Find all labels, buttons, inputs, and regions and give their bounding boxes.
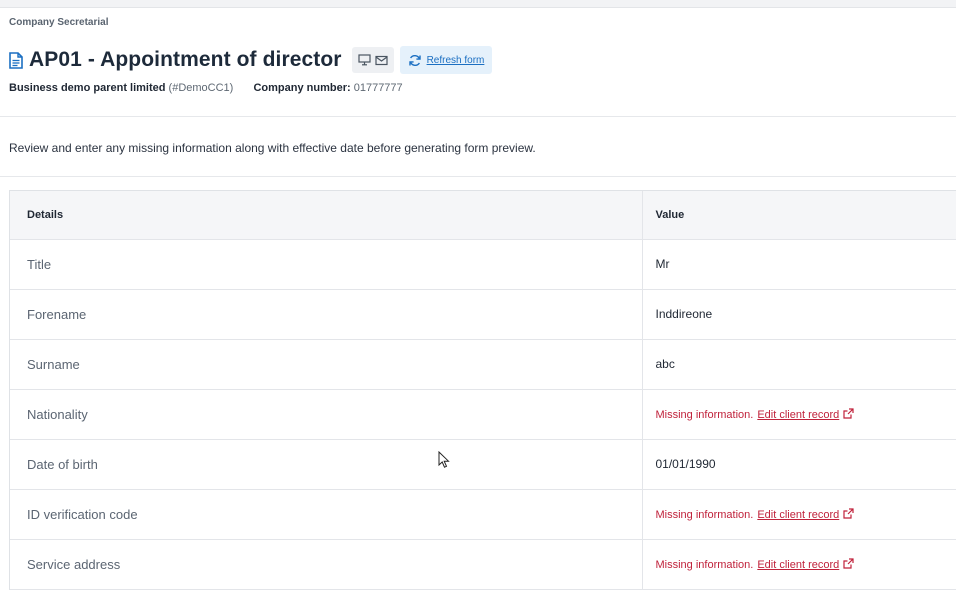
missing-info-text: Missing information. (655, 509, 754, 521)
detail-label: Title (10, 239, 642, 290)
detail-label: Surname (10, 339, 642, 390)
monitor-icon[interactable] (357, 54, 371, 66)
external-link-icon[interactable] (843, 558, 854, 569)
detail-value: Inddireone (641, 289, 956, 340)
external-link-icon[interactable] (843, 508, 854, 519)
edit-client-record-link[interactable]: Edit client record (757, 409, 839, 421)
page-title: AP01 - Appointment of director (29, 48, 342, 71)
company-name: Business demo parent limited (9, 82, 166, 94)
column-header-value: Value (641, 191, 956, 240)
missing-info-text: Missing information. (655, 409, 754, 421)
table-header-row: Details Value (10, 191, 956, 240)
divider (0, 176, 956, 177)
detail-value: 01/01/1990 (641, 439, 956, 490)
detail-value-missing: Missing information. Edit client record (641, 539, 956, 590)
detail-label: Forename (10, 289, 642, 340)
detail-value-missing: Missing information. Edit client record (641, 389, 956, 440)
company-number-label: Company number: (253, 82, 351, 94)
external-link-icon[interactable] (843, 408, 854, 419)
refresh-form-button[interactable]: Refresh form (399, 46, 493, 74)
top-bar (0, 0, 956, 8)
title-row: AP01 - Appointment of director Refresh f… (9, 45, 493, 75)
detail-value-missing: Missing information. Edit client record (641, 489, 956, 540)
edit-client-record-link[interactable]: Edit client record (757, 509, 839, 521)
mail-icon[interactable] (374, 55, 388, 66)
breadcrumb[interactable]: Company Secretarial (9, 17, 109, 28)
detail-label: Service address (10, 539, 642, 590)
company-code: (#DemoCC1) (168, 82, 234, 94)
detail-label: ID verification code (10, 489, 642, 540)
table-row: ID verification code Missing information… (10, 489, 956, 540)
company-info: Business demo parent limited (#DemoCC1) … (9, 82, 403, 94)
detail-label: Date of birth (10, 439, 642, 490)
document-icon (9, 51, 23, 69)
mouse-cursor-icon (438, 451, 450, 468)
refresh-form-label: Refresh form (426, 54, 485, 66)
table-row: Nationality Missing information. Edit cli… (10, 389, 956, 440)
column-header-details: Details (10, 191, 642, 240)
view-actions (351, 47, 394, 73)
details-table: Details Value Title Mr Forename Inddireo… (9, 190, 956, 590)
table-row: Date of birth 01/01/1990 (10, 439, 956, 490)
instruction-text: Review and enter any missing information… (9, 141, 536, 155)
missing-info-text: Missing information. (655, 559, 754, 571)
refresh-icon (408, 54, 421, 66)
edit-client-record-link[interactable]: Edit client record (757, 559, 839, 571)
table-row: Forename Inddireone (10, 289, 956, 340)
detail-value: abc (641, 339, 956, 390)
table-row: Surname abc (10, 339, 956, 390)
table-row: Title Mr (10, 239, 956, 290)
detail-value: Mr (641, 239, 956, 290)
detail-label: Nationality (10, 389, 642, 440)
company-number: 01777777 (353, 82, 403, 94)
table-row: Service address Missing information. Edit… (10, 539, 956, 590)
divider (0, 116, 956, 117)
